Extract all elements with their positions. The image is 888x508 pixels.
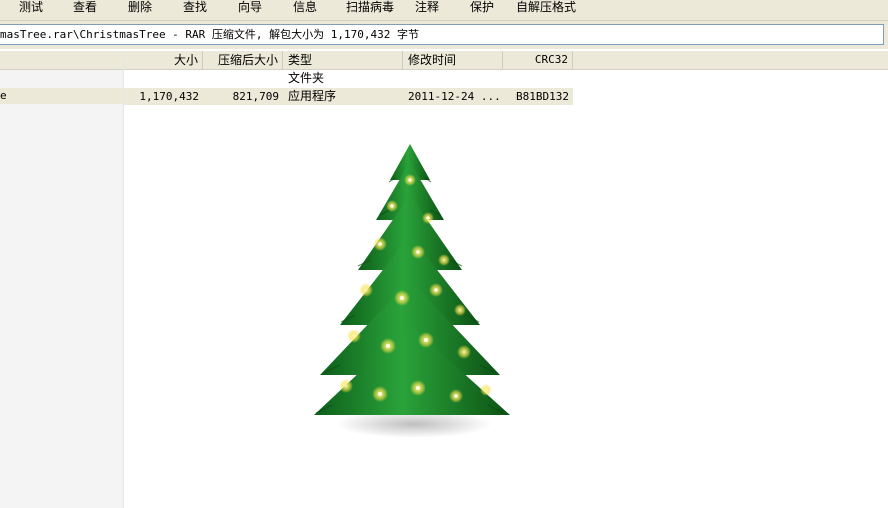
address-bar: masTree.rar\ChristmasTree - RAR 压缩文件, 解包… bbox=[0, 21, 888, 49]
size-cell bbox=[124, 70, 203, 87]
crc-cell bbox=[503, 70, 573, 87]
file-list-header: 大小 压缩后大小 类型 修改时间 CRC32 bbox=[124, 51, 888, 70]
christmas-tree-image bbox=[314, 144, 510, 438]
toolbar: 测试 查看 删除 查找 向导 信息 扫描病毒 注释 保护 自解压格式 bbox=[0, 0, 888, 21]
file-name-cell[interactable]: e bbox=[0, 88, 123, 104]
modified-cell: 2011-12-24 ... bbox=[408, 90, 501, 103]
column-header-filler bbox=[573, 51, 888, 69]
file-row[interactable]: 文件夹 bbox=[124, 70, 573, 87]
protect-button[interactable]: 保护 bbox=[470, 0, 494, 18]
folder-tree-header bbox=[0, 51, 123, 70]
virus-scan-button[interactable]: 扫描病毒 bbox=[346, 0, 394, 18]
type-cell: 应用程序 bbox=[288, 89, 337, 103]
packed-cell bbox=[203, 70, 283, 87]
crc-cell: B81BD132 bbox=[516, 90, 569, 103]
find-button[interactable]: 查找 bbox=[183, 0, 207, 18]
column-header-crc[interactable]: CRC32 bbox=[503, 51, 573, 69]
file-row-selected[interactable]: 1,170,432 821,709 应用程序 2011-12-24 ... B8… bbox=[124, 88, 573, 105]
column-header-modified[interactable]: 修改时间 bbox=[403, 51, 503, 69]
address-path-field[interactable]: masTree.rar\ChristmasTree - RAR 压缩文件, 解包… bbox=[0, 24, 884, 45]
view-button[interactable]: 查看 bbox=[73, 0, 97, 18]
info-button[interactable]: 信息 bbox=[293, 0, 317, 18]
type-cell: 文件夹 bbox=[288, 71, 325, 85]
column-header-size[interactable]: 大小 bbox=[124, 51, 203, 69]
size-cell: 1,170,432 bbox=[139, 90, 199, 103]
folder-tree-pane[interactable]: e bbox=[0, 51, 124, 508]
wizard-button[interactable]: 向导 bbox=[238, 0, 262, 18]
column-header-type[interactable]: 类型 bbox=[283, 51, 403, 69]
comment-button[interactable]: 注释 bbox=[415, 0, 439, 18]
delete-button[interactable]: 删除 bbox=[128, 0, 152, 18]
packed-cell: 821,709 bbox=[232, 90, 279, 103]
sfx-button[interactable]: 自解压格式 bbox=[516, 0, 576, 18]
test-button[interactable]: 测试 bbox=[19, 0, 43, 18]
modified-cell bbox=[403, 70, 503, 87]
column-header-packed[interactable]: 压缩后大小 bbox=[203, 51, 283, 69]
